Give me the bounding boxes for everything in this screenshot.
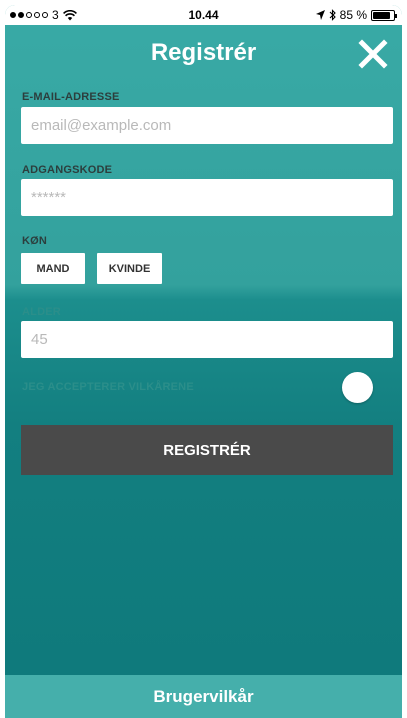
status-right: 85 % xyxy=(315,8,397,22)
register-button[interactable]: REGISTRÉR xyxy=(21,425,393,475)
close-icon xyxy=(358,39,388,69)
age-label: ALDER xyxy=(22,306,61,318)
password-field[interactable] xyxy=(21,179,393,216)
close-button[interactable] xyxy=(358,39,388,69)
terms-label: JEG ACCEPTERER VILKÅRENE xyxy=(22,381,194,393)
page-title: Registrér xyxy=(150,39,257,66)
terms-link-label: Brugervilkår xyxy=(153,686,254,706)
email-field[interactable] xyxy=(21,107,393,144)
app-screen: 3 10.44 85 % Registrér E-MAIL-ADRESSE em… xyxy=(5,5,402,718)
battery-icon xyxy=(371,9,397,21)
status-bar: 3 10.44 85 % xyxy=(5,5,402,25)
gender-label: KØN xyxy=(22,235,48,247)
email-label: E-MAIL-ADRESSE xyxy=(22,91,120,103)
battery-percent: 85 % xyxy=(339,8,367,22)
gender-male-button[interactable]: MAND xyxy=(21,253,85,284)
nav-bar: Registrér xyxy=(5,25,402,85)
terms-toggle[interactable] xyxy=(342,372,373,403)
gender-female-button[interactable]: KVINDE xyxy=(97,253,162,284)
battery-level xyxy=(373,11,390,19)
password-label: ADGANGSKODE xyxy=(22,164,113,176)
location-arrow-icon xyxy=(315,10,325,20)
bluetooth-icon xyxy=(329,9,336,21)
terms-link[interactable]: Brugervilkår xyxy=(5,675,402,718)
age-field[interactable] xyxy=(21,321,393,358)
